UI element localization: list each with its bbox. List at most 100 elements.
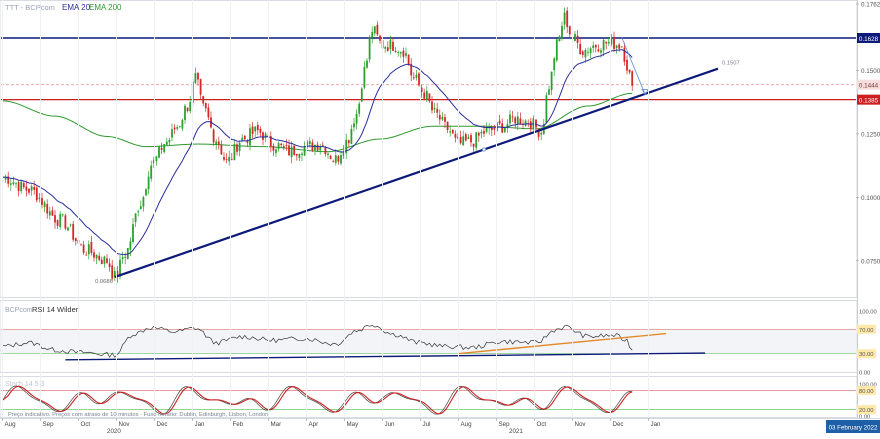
candle-body	[238, 142, 241, 151]
rsi-title: RSI 14 Wilder	[32, 305, 79, 314]
candle-body	[415, 74, 418, 78]
candle-body	[444, 117, 446, 122]
candle-body	[592, 45, 595, 48]
candle-body	[90, 241, 93, 253]
candle-body	[64, 215, 67, 229]
candle-body	[186, 107, 189, 112]
price-tick-label: 0.1250	[861, 131, 880, 138]
candle-body	[433, 107, 436, 110]
candle-body	[498, 120, 501, 124]
candle-body	[368, 37, 371, 60]
candle-body	[350, 128, 353, 144]
candle-body	[262, 132, 264, 140]
candle-body	[204, 103, 207, 109]
candle-body	[561, 25, 563, 39]
candle-body	[509, 114, 511, 124]
candle-body	[15, 183, 17, 185]
candle-body	[25, 186, 28, 191]
footer-note: Preço indicativo. Preços com atraso de 1…	[8, 412, 268, 418]
candle-body	[147, 176, 150, 190]
candle-body	[33, 187, 36, 190]
month-label: Nov	[119, 421, 131, 428]
candle-body	[74, 238, 77, 242]
candle-body	[51, 210, 54, 216]
candle	[451, 129, 454, 134]
candle-body	[28, 188, 30, 193]
candle-body	[293, 145, 296, 155]
candle-body	[22, 183, 25, 188]
candle-body	[620, 46, 623, 48]
candle-body	[321, 144, 324, 146]
candle-body	[516, 116, 519, 125]
candle	[555, 38, 558, 63]
price-tick-label: 0.1000	[861, 195, 880, 202]
candle-body	[379, 35, 381, 41]
candle-body	[423, 92, 426, 99]
candle-body	[587, 51, 589, 53]
candle-body	[394, 50, 397, 52]
candle-body	[98, 255, 101, 260]
month-label: Feb	[233, 421, 244, 428]
symbol-label: TTT - BCPcom	[5, 3, 55, 12]
side-value-label: 0.1507	[722, 61, 740, 67]
candle-body	[215, 141, 218, 145]
candle-body	[319, 147, 322, 151]
candle-body	[160, 147, 163, 150]
trendline-handle	[481, 147, 486, 152]
level-tag-label: 0.1628	[859, 36, 879, 43]
candle-body	[449, 131, 452, 133]
candle-body	[329, 155, 332, 160]
candle-body	[441, 116, 444, 120]
candle-body	[418, 73, 420, 86]
candle-body	[405, 53, 407, 56]
candle-body	[301, 153, 303, 156]
candle-body	[529, 121, 532, 129]
candle-body	[623, 47, 626, 62]
month-label: Jul	[423, 421, 431, 428]
candle-body	[256, 124, 259, 131]
candle-body	[425, 90, 428, 100]
candle-body	[597, 49, 600, 52]
candle-body	[459, 136, 462, 144]
candle-body	[298, 153, 301, 159]
candle-body	[178, 126, 181, 128]
price-tick-label: 0.1762	[861, 2, 880, 9]
candle-body	[581, 51, 584, 55]
candle-body	[628, 69, 631, 73]
candle-body	[241, 137, 244, 141]
candle-body	[251, 126, 254, 134]
low-value-label: 0.0686	[95, 279, 113, 285]
candle-body	[290, 146, 293, 158]
candle-body	[212, 129, 215, 143]
candle-body	[35, 187, 38, 201]
candle-body	[353, 123, 355, 128]
candle-body	[295, 153, 298, 156]
candle-body	[181, 119, 184, 129]
candle-body	[145, 189, 147, 196]
candle-body	[358, 103, 361, 114]
candle	[145, 188, 147, 197]
candle-body	[106, 258, 108, 263]
candle-body	[454, 133, 457, 138]
stoch-title: Stoch 14 5 3	[5, 381, 44, 388]
ema200-legend: EMA 200	[89, 3, 122, 12]
month-label: Dec	[157, 421, 168, 428]
price-chart[interactable]: 0.0686 0.1507 0.1628 0.1444 0.1385 0.1762 0.1…	[0, 0, 880, 435]
candle-body	[493, 128, 496, 130]
month-label: Jun	[385, 421, 396, 428]
rsi-band	[1, 329, 856, 354]
candle-body	[20, 181, 23, 192]
candle-body	[249, 128, 251, 146]
candle-body	[347, 140, 350, 143]
candle-body	[576, 35, 579, 43]
candle	[158, 145, 160, 159]
candle-body	[428, 93, 431, 102]
month-label: Dec	[613, 421, 624, 428]
candle-body	[282, 146, 285, 148]
candle-body	[225, 159, 228, 160]
candle-body	[48, 211, 51, 216]
candle-body	[184, 105, 186, 121]
candle-body	[259, 128, 262, 133]
candle-body	[558, 36, 561, 42]
candle	[293, 144, 296, 156]
